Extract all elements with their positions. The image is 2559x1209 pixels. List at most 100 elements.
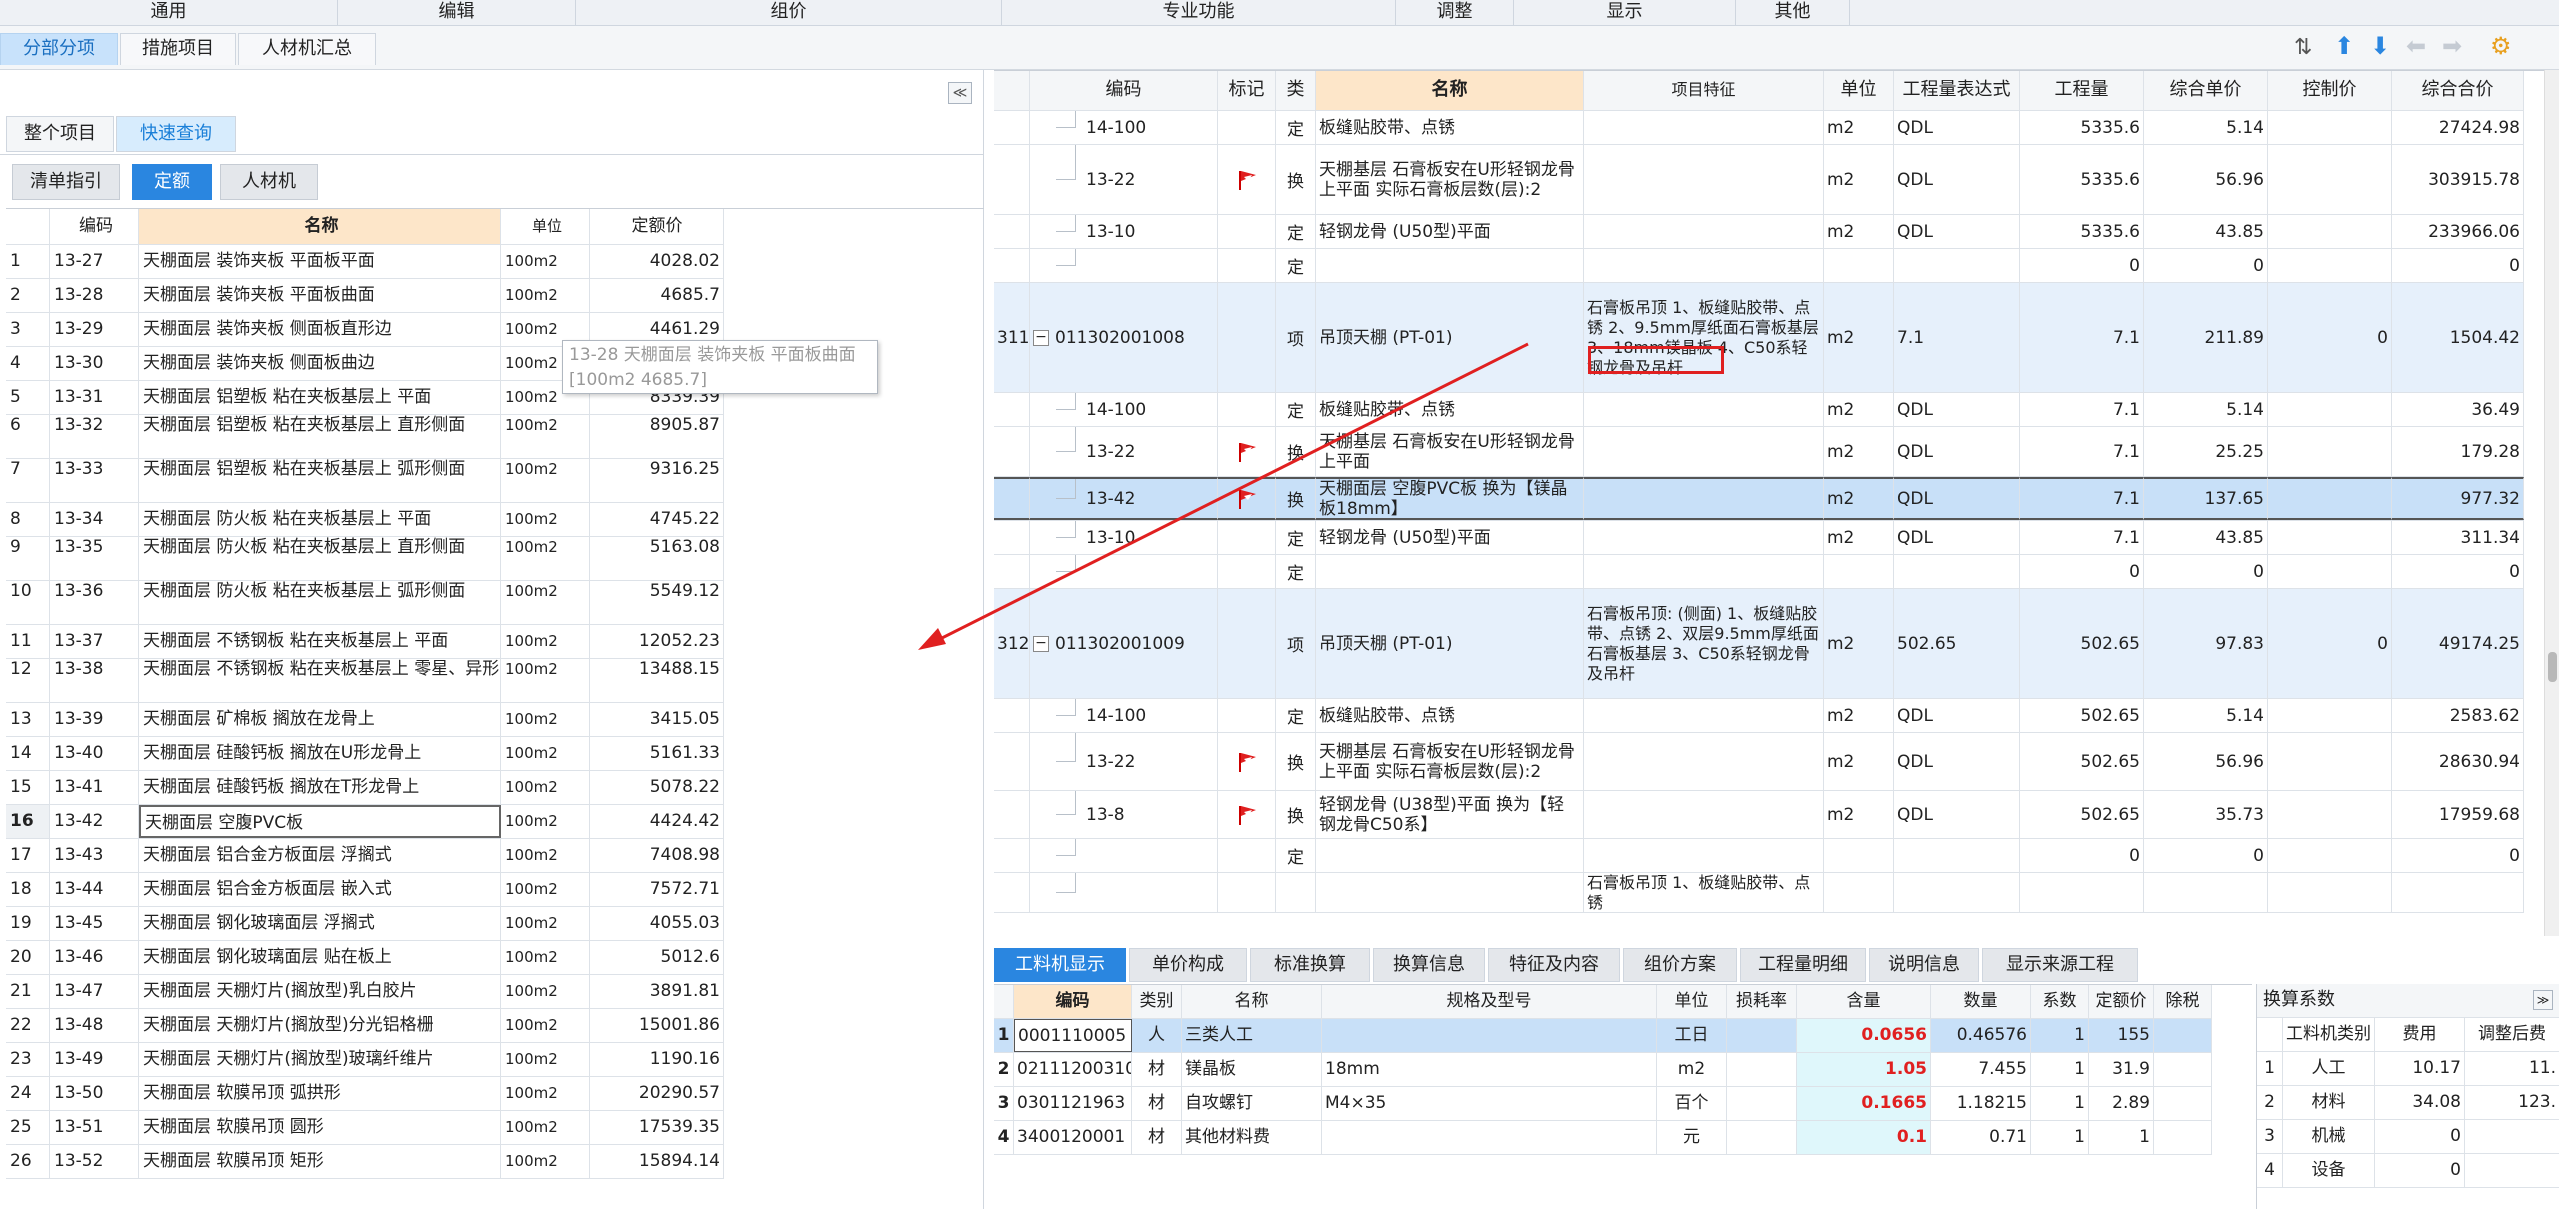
- conversion-row[interactable]: 4 设备 0: [2257, 1154, 2559, 1188]
- quota-row[interactable]: 1 13-27 天棚面层 装饰夹板 平面板平面 100m2 4028.02: [6, 245, 724, 279]
- quota-row[interactable]: 24 13-50 天棚面层 软膜吊顶 弧拱形 100m2 20290.57: [6, 1077, 724, 1111]
- quota-row[interactable]: 12 13-38 天棚面层 不锈钢板 粘在夹板基层上 零星、异形 100m2 13488…: [6, 659, 724, 703]
- vertical-scrollbar[interactable]: [2544, 70, 2559, 936]
- quota-line-row[interactable]: 定000: [994, 249, 2524, 283]
- cell-n: 23: [6, 1043, 50, 1076]
- quota-row[interactable]: 7 13-33 天棚面层 铝塑板 粘在夹板基层上 弧形侧面 100m2 9316.25: [6, 459, 724, 503]
- quota-row[interactable]: 13 13-39 天棚面层 矿棉板 搁放在龙骨上 100m2 3415.05: [6, 703, 724, 737]
- cell-price: 97.83: [2144, 589, 2268, 698]
- quota-line-row[interactable]: 13-42 换天棚面层 空腹PVC板 换为【镁晶板18mm】 m2 QDL 7.1 137…: [994, 477, 2524, 521]
- quota-line-row[interactable]: 13-10 定轻钢龙骨 (U50型)平面 m2 QDL 7.1 43.85 311.34: [994, 521, 2524, 555]
- quota-line-row[interactable]: 定000: [994, 839, 2524, 873]
- quota-row[interactable]: 19 13-45 天棚面层 钢化玻璃面层 浮搁式 100m2 4055.03: [6, 907, 724, 941]
- cell-name: [1316, 249, 1584, 282]
- detail-tab-3[interactable]: 换算信息: [1373, 948, 1485, 982]
- quota-row[interactable]: 21 13-47 天棚面层 天棚灯片(搁放型)乳白胶片 100m2 3891.81: [6, 975, 724, 1009]
- quota-line-row[interactable]: 14-100 定板缝贴胶带、点锈 m2 QDL 7.1 5.14 36.49: [994, 393, 2524, 427]
- list-item-row[interactable]: 311−011302001008 项吊顶天棚 (PT-01) 石膏板吊顶 1、板缝贴…: [994, 283, 2524, 393]
- tab-summary[interactable]: 人材机汇总: [238, 33, 376, 65]
- list-item-row[interactable]: 312−011302001009 项吊顶天棚 (PT-01) 石膏板吊顶: (侧面)…: [994, 589, 2524, 699]
- cell-expr: [1894, 839, 2020, 872]
- ribbon-adjust[interactable]: 调整: [1396, 0, 1514, 26]
- resource-row[interactable]: 3 0301121963 材自攻螺钉 M4×35 百个 0.1665 1.18215 1 2.8…: [994, 1087, 2212, 1121]
- detail-tab-1[interactable]: 单价构成: [1129, 948, 1247, 982]
- quota-row[interactable]: 17 13-43 天棚面层 铝合金方板面层 浮搁式 100m2 7408.98: [6, 839, 724, 873]
- cell-code: 13-8: [1030, 791, 1218, 838]
- cell-feature: [1584, 839, 1824, 872]
- quota-row[interactable]: 23 13-49 天棚面层 天棚灯片(搁放型)玻璃纤维片 100m2 1190.16: [6, 1043, 724, 1077]
- move-left-icon[interactable]: ⬅: [2406, 34, 2426, 58]
- quota-row[interactable]: 11 13-37 天棚面层 不锈钢板 粘在夹板基层上 平面 100m2 12052.23: [6, 625, 724, 659]
- move-right-icon[interactable]: ➡: [2442, 34, 2462, 58]
- quota-row[interactable]: 25 13-51 天棚面层 软膜吊顶 圆形 100m2 17539.35: [6, 1111, 724, 1145]
- detail-tab-0[interactable]: 工料机显示: [994, 948, 1126, 982]
- cell-name: 天棚面层 装饰夹板 侧面板直形边: [139, 313, 501, 346]
- quota-row[interactable]: 14 13-40 天棚面层 硅酸钙板 搁放在U形龙骨上 100m2 5161.33: [6, 737, 724, 771]
- collapse-panel-button[interactable]: ≪: [948, 82, 972, 104]
- quota-line-row[interactable]: 13-8 换轻钢龙骨 (U38型)平面 换为【轻钢龙骨C50系】 m2 QDL 502.…: [994, 791, 2524, 839]
- conversion-row[interactable]: 3 机械 0: [2257, 1120, 2559, 1154]
- ribbon-display[interactable]: 显示: [1514, 0, 1736, 26]
- quota-row[interactable]: 9 13-35 天棚面层 防火板 粘在夹板基层上 直形侧面 100m2 5163.08: [6, 537, 724, 581]
- detail-tab-8[interactable]: 显示来源工程: [1982, 948, 2138, 982]
- quota-line-row[interactable]: 13-22 换天棚基层 石膏板安在U形轻钢龙骨 上平面 实际石膏板层数(层):2 m…: [994, 733, 2524, 791]
- collapse-toggle-icon[interactable]: −: [1033, 329, 1049, 346]
- quota-code: 13-22: [1086, 169, 1136, 190]
- resource-row[interactable]: 1 0001110005 人三类人工 工日 0.0656 0.46576 1 155: [994, 1019, 2212, 1053]
- filter-labor-material[interactable]: 人材机: [220, 164, 318, 200]
- move-down-icon[interactable]: ⬇: [2370, 34, 2390, 58]
- cell-code: 13-42: [50, 805, 139, 838]
- conversion-row[interactable]: 2 材料 34.08 123.: [2257, 1086, 2559, 1120]
- quota-row[interactable]: 22 13-48 天棚面层 天棚灯片(搁放型)分光铝格栅 100m2 15001.86: [6, 1009, 724, 1043]
- cell-total: 36.49: [2392, 393, 2524, 426]
- settings-icon[interactable]: ⚙: [2490, 34, 2512, 58]
- quota-line-row[interactable]: 13-10 定轻钢龙骨 (U50型)平面 m2 QDL 5335.6 43.85 23396…: [994, 215, 2524, 249]
- detail-tab-6[interactable]: 工程量明细: [1740, 948, 1866, 982]
- quota-line-row[interactable]: 13-22 换天棚基层 石膏板安在U形轻钢龙骨 上平面 实际石膏板层数(层):2 m…: [994, 145, 2524, 215]
- quota-row[interactable]: 8 13-34 天棚面层 防火板 粘在夹板基层上 平面 100m2 4745.22: [6, 503, 724, 537]
- quota-line-row[interactable]: 14-100 定板缝贴胶带、点锈 m2 QDL 502.65 5.14 2583.62: [994, 699, 2524, 733]
- cell-price: 9316.25: [590, 459, 724, 502]
- quota-line-row[interactable]: 13-22 换天棚基层 石膏板安在U形轻钢龙骨 上平面 m2 QDL 7.1 25.25 1…: [994, 427, 2524, 477]
- ribbon-edit[interactable]: 编辑: [338, 0, 576, 26]
- quota-row[interactable]: 16 13-42 天棚面层 空腹PVC板 100m2 4424.42: [6, 805, 724, 839]
- header-unit: 单位: [1824, 71, 1894, 110]
- detail-tab-2[interactable]: 标准换算: [1250, 948, 1370, 982]
- cell-type: 定: [1276, 215, 1316, 248]
- ribbon-special[interactable]: 专业功能: [1002, 0, 1396, 26]
- filter-quota[interactable]: 定额: [132, 164, 212, 200]
- resource-row[interactable]: 202111200310@3材镁晶板18mmm2 1.057.455131.9: [994, 1053, 2212, 1087]
- quota-line-row[interactable]: 定000: [994, 555, 2524, 589]
- quota-row[interactable]: 6 13-32 天棚面层 铝塑板 粘在夹板基层上 直形侧面 100m2 8905.87: [6, 415, 724, 459]
- tab-measures[interactable]: 措施项目: [120, 33, 236, 65]
- quota-row[interactable]: 26 13-52 天棚面层 软膜吊顶 矩形 100m2 15894.14: [6, 1145, 724, 1179]
- quota-line-row[interactable]: 14-100 定板缝贴胶带、点锈 m2 QDL 5335.6 5.14 27424.98: [994, 111, 2524, 145]
- quota-row[interactable]: 2 13-28 天棚面层 装饰夹板 平面板曲面 100m2 4685.7: [6, 279, 724, 313]
- quota-row[interactable]: 20 13-46 天棚面层 钢化玻璃面层 贴在板上 100m2 5012.6: [6, 941, 724, 975]
- move-up-icon[interactable]: ⬆: [2334, 34, 2354, 58]
- tab-quick-query[interactable]: 快速查询: [116, 116, 236, 152]
- quota-line-row[interactable]: 石膏板吊顶 1、板缝贴胶带、点锈: [994, 873, 2524, 913]
- ribbon-other[interactable]: 其他: [1736, 0, 1850, 26]
- conversion-row[interactable]: 1 人工 10.17 11.: [2257, 1052, 2559, 1086]
- detail-tab-4[interactable]: 特征及内容: [1488, 948, 1620, 982]
- ribbon-general[interactable]: 通用: [0, 0, 338, 26]
- tab-items[interactable]: 分部分项: [0, 33, 118, 65]
- flag-icon: [1238, 752, 1256, 772]
- sort-icon[interactable]: ⇅: [2294, 36, 2312, 60]
- cell-price: 7572.71: [590, 873, 724, 906]
- ribbon-pricing[interactable]: 组价: [576, 0, 1002, 26]
- quota-row[interactable]: 15 13-41 天棚面层 硅酸钙板 搁放在T形龙骨上 100m2 5078.22: [6, 771, 724, 805]
- quota-row[interactable]: 10 13-36 天棚面层 防火板 粘在夹板基层上 弧形侧面 100m2 5549.12: [6, 581, 724, 625]
- detail-tab-7[interactable]: 说明信息: [1869, 948, 1979, 982]
- filter-list-guide[interactable]: 清单指引: [12, 164, 120, 200]
- resource-row[interactable]: 4 3400120001 材其他材料费元 0.1 0.71 1 1: [994, 1121, 2212, 1155]
- cell-type: 换: [1276, 791, 1316, 838]
- tab-whole-project[interactable]: 整个项目: [6, 116, 114, 152]
- scrollbar-thumb[interactable]: [2548, 652, 2557, 682]
- quota-row[interactable]: 18 13-44 天棚面层 铝合金方板面层 嵌入式 100m2 7572.71: [6, 873, 724, 907]
- cell-n: 7: [6, 459, 50, 502]
- expand-conversion-button[interactable]: ≫: [2533, 990, 2553, 1010]
- detail-tab-5[interactable]: 组价方案: [1623, 948, 1737, 982]
- collapse-toggle-icon[interactable]: −: [1033, 635, 1049, 652]
